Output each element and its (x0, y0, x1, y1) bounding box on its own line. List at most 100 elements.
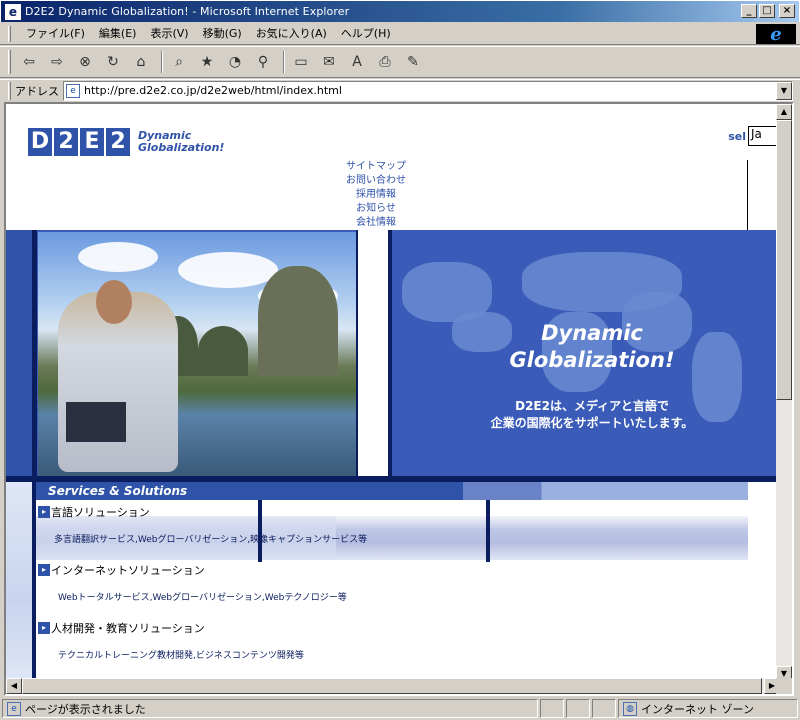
toolbar-separator (283, 51, 285, 73)
scroll-left-icon[interactable]: ◀ (6, 678, 22, 694)
hero-white-gap (358, 230, 390, 476)
ie-logo-icon: e (770, 23, 782, 45)
address-url[interactable]: http://pre.d2e2.co.jp/d2e2web/html/index… (84, 84, 342, 97)
service-item[interactable]: ▸ 言語ソリューション (38, 504, 150, 520)
back-icon[interactable]: ⇦ (17, 50, 41, 74)
vertical-scrollbar[interactable]: ▲ ▼ (776, 104, 792, 682)
menu-bar: ファイル(F) 編集(E) 表示(V) 移動(G) お気に入り(A) ヘルプ(H… (0, 23, 800, 45)
service-item[interactable]: ▸ 人材開発・教育ソリューション (38, 620, 205, 636)
stop-icon[interactable]: ⊗ (73, 50, 97, 74)
browser-viewport: D 2 E 2 Dynamic Globalization! sel Ja サイ… (4, 102, 794, 696)
mail-icon[interactable]: ✉ (317, 50, 341, 74)
menu-help[interactable]: ヘルプ(H) (334, 25, 398, 43)
hero-dark-bar (32, 230, 37, 482)
menu-file[interactable]: ファイル(F) (19, 25, 92, 43)
menu-edit[interactable]: 編集(E) (92, 25, 144, 43)
address-input[interactable]: e http://pre.d2e2.co.jp/d2e2web/html/ind… (63, 80, 793, 101)
minimize-button[interactable]: _ (741, 4, 757, 18)
nav-contact-link[interactable]: お問い合わせ (326, 174, 426, 188)
horizontal-scrollbar[interactable]: ◀ ▶ (6, 678, 780, 694)
hero-photo (38, 232, 356, 476)
logo-letter: D (28, 128, 52, 156)
nav-links: サイトマップ お問い合わせ 採用情報 お知らせ 会社情報 (326, 160, 426, 230)
service-desc[interactable]: Webトータルサービス,Webグローバリゼーション,Webテクノロジー等 (58, 590, 347, 603)
laptop-image (66, 402, 126, 442)
service-title[interactable]: 言語ソリューション (51, 504, 150, 520)
toolbar-separator (161, 51, 163, 73)
bullet-icon: ▸ (38, 506, 50, 518)
address-bar: アドレス e http://pre.d2e2.co.jp/d2e2web/htm… (0, 79, 800, 101)
forward-icon[interactable]: ⇨ (45, 50, 69, 74)
scroll-corner (776, 678, 792, 694)
menu-favorites[interactable]: お気に入り(A) (249, 25, 334, 43)
status-bar: e ページが表示されました ◍ インターネット ゾーン (0, 697, 800, 720)
addressbar-grip[interactable] (8, 81, 11, 100)
search-icon[interactable]: ⌕ (167, 50, 191, 74)
fullscreen-icon[interactable]: ▭ (289, 50, 313, 74)
menu-go[interactable]: 移動(G) (196, 25, 249, 43)
page-done-icon: e (7, 701, 21, 716)
services-stripe (32, 482, 36, 682)
font-icon[interactable]: A (345, 50, 369, 74)
refresh-icon[interactable]: ↻ (101, 50, 125, 74)
menu-view[interactable]: 表示(V) (143, 25, 195, 43)
home-icon[interactable]: ⌂ (129, 50, 153, 74)
language-selector: sel Ja (728, 126, 778, 146)
ie-window-icon[interactable]: e (5, 3, 21, 20)
nav-news-link[interactable]: お知らせ (326, 202, 426, 216)
horizontal-scroll-thumb[interactable] (22, 678, 762, 694)
column-divider (486, 500, 490, 562)
address-label: アドレス (15, 84, 59, 98)
ie-logo: e (756, 23, 796, 45)
logo-tagline-2: Globalization! (138, 141, 225, 154)
page-icon: e (66, 83, 80, 98)
status-main: e ページが表示されました (2, 699, 538, 718)
status-cell (540, 699, 564, 718)
hero-title-line-2: Globalization! (509, 348, 675, 372)
scroll-up-icon[interactable]: ▲ (776, 104, 792, 120)
hero-subtitle-line-1: D2E2は、メディアと言語で (515, 399, 669, 413)
service-desc[interactable]: 多言語翻訳サービス,Webグローバリゼーション,映像キャプションサービス等 (54, 532, 367, 545)
channels-icon[interactable]: ⚲ (251, 50, 275, 74)
menubar-grip[interactable] (8, 25, 11, 42)
d2e2-logo[interactable]: D 2 E 2 Dynamic Globalization! (28, 128, 224, 156)
standard-toolbar: ⇦ ⇨ ⊗ ↻ ⌂ ⌕ ★ ◔ ⚲ ▭ ✉ A ⎙ ✎ (0, 46, 800, 78)
services-section: Services & Solutions ▸ 言語ソリューション 多言語翻訳サービ… (6, 482, 778, 682)
hero-world-map: Dynamic Globalization! D2E2は、メディアと言語で 企業… (392, 232, 778, 476)
globe-icon: ◍ (623, 701, 637, 716)
hero-subtitle: D2E2は、メディアと言語で 企業の国際化をサポートいたします。 (432, 398, 752, 432)
hero-subtitle-line-2: 企業の国際化をサポートいたします。 (490, 416, 694, 430)
hero-banner: Dynamic Globalization! D2E2は、メディアと言語で 企業… (6, 230, 778, 482)
toolbar-grip[interactable] (8, 50, 11, 74)
status-cell (592, 699, 616, 718)
hero-title: Dynamic Globalization! (492, 320, 692, 374)
service-title[interactable]: 人材開発・教育ソリューション (51, 620, 205, 636)
nav-sitemap-link[interactable]: サイトマップ (326, 160, 426, 174)
address-dropdown-icon[interactable]: ▼ (776, 81, 792, 100)
bullet-icon: ▸ (38, 622, 50, 634)
service-item[interactable]: ▸ インターネットソリューション (38, 562, 205, 578)
divider (747, 160, 748, 232)
close-button[interactable]: × (779, 4, 795, 18)
history-icon[interactable]: ◔ (223, 50, 247, 74)
nav-company-link[interactable]: 会社情報 (326, 216, 426, 230)
logo-letter: 2 (106, 128, 130, 156)
edit-icon[interactable]: ✎ (401, 50, 425, 74)
language-label: sel (728, 129, 746, 143)
favorites-icon[interactable]: ★ (195, 50, 219, 74)
print-icon[interactable]: ⎙ (373, 50, 397, 74)
language-select[interactable]: Ja (748, 126, 778, 146)
logo-letter: 2 (54, 128, 78, 156)
zone-text: インターネット ゾーン (641, 702, 754, 716)
service-title[interactable]: インターネットソリューション (51, 562, 205, 578)
window-titlebar[interactable]: e D2E2 Dynamic Globalization! - Microsof… (0, 0, 800, 22)
logo-letter: E (80, 128, 104, 156)
services-left-column (6, 482, 32, 682)
service-desc[interactable]: テクニカルトレーニング教材開発,ビジネスコンテンツ開発等 (58, 648, 304, 661)
column-divider (258, 500, 262, 562)
maximize-button[interactable]: □ (759, 4, 775, 18)
nav-recruit-link[interactable]: 採用情報 (326, 188, 426, 202)
status-text: ページが表示されました (25, 702, 146, 716)
status-zone: ◍ インターネット ゾーン (618, 699, 798, 718)
vertical-scroll-thumb[interactable] (776, 120, 792, 400)
